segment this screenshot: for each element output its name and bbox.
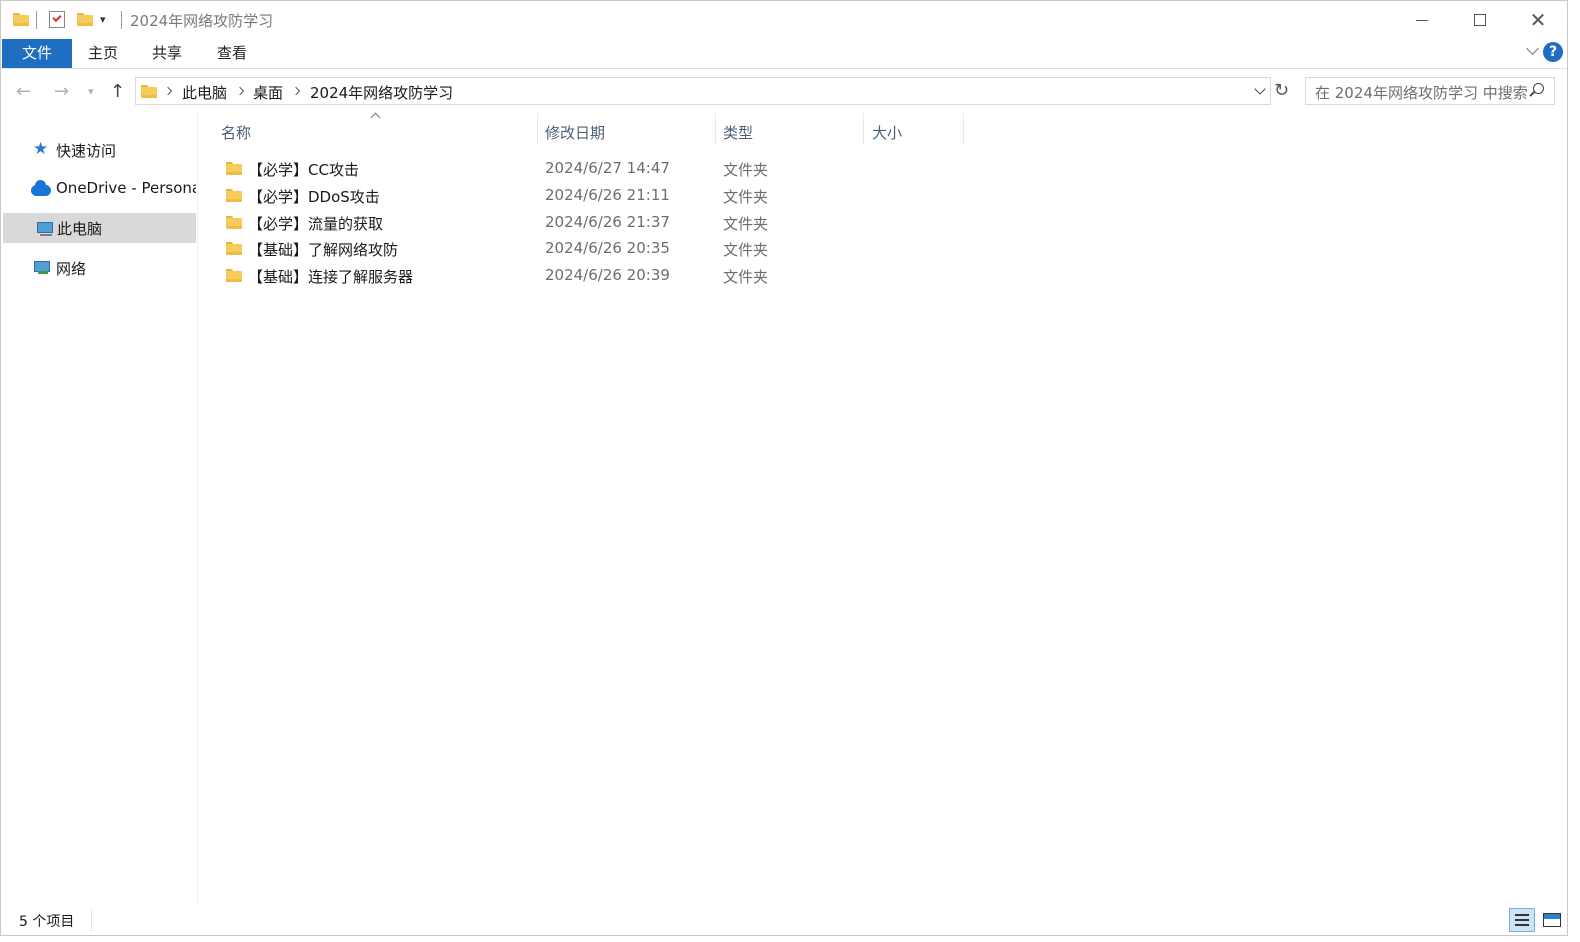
up-arrow-icon[interactable]: ↑ (110, 81, 125, 102)
table-row[interactable]: 【必学】DDoS攻击 2024/6/26 21:11 文件夹 (216, 182, 786, 209)
expand-ribbon-chevron-icon[interactable] (1526, 42, 1539, 55)
sidebar-item-network[interactable]: 网络 (3, 253, 196, 283)
sidebar-item-label: 网络 (56, 260, 87, 278)
tab-view[interactable]: 查看 (201, 39, 263, 68)
column-divider[interactable] (863, 113, 864, 145)
file-date: 2024/6/26 20:39 (545, 266, 670, 284)
star-icon: ★ (33, 139, 49, 159)
file-date: 2024/6/26 21:11 (545, 186, 670, 204)
item-count: 5 个项目 (19, 914, 75, 930)
sort-ascending-icon (370, 112, 381, 123)
network-icon (33, 261, 51, 275)
file-date: 2024/6/26 21:37 (545, 213, 670, 231)
folder-icon (13, 12, 29, 26)
column-divider[interactable] (715, 113, 716, 145)
tab-home[interactable]: 主页 (73, 39, 133, 68)
address-bar[interactable]: 此电脑 桌面 2024年网络攻防学习 (135, 77, 1271, 105)
breadcrumb-current-folder[interactable]: 2024年网络攻防学习 (310, 82, 453, 103)
new-folder-icon[interactable] (77, 12, 93, 26)
window-title: 2024年网络攻防学习 (130, 12, 274, 30)
table-row[interactable]: 【基础】连接了解服务器 2024/6/26 20:39 文件夹 (216, 262, 786, 289)
column-divider[interactable] (537, 113, 538, 145)
folder-icon (226, 241, 242, 255)
folder-icon (226, 215, 242, 229)
title-bar: ▾ 2024年网络攻防学习 ✕ (1, 1, 1567, 39)
sidebar-item-label: OneDrive - Persona (56, 179, 196, 197)
file-type: 文件夹 (723, 161, 769, 179)
recent-locations-chevron-icon[interactable]: ▾ (88, 85, 94, 98)
maximize-icon (1474, 14, 1486, 26)
folder-icon (226, 161, 242, 175)
address-dropdown-icon[interactable] (1254, 83, 1266, 95)
properties-checkmark-icon[interactable] (49, 11, 65, 28)
file-date: 2024/6/26 20:35 (545, 239, 670, 257)
minimize-button[interactable] (1393, 1, 1451, 39)
file-type: 文件夹 (723, 188, 769, 206)
file-type: 文件夹 (723, 215, 769, 233)
file-date: 2024/6/27 14:47 (545, 159, 670, 177)
close-button[interactable]: ✕ (1509, 1, 1567, 39)
file-name: 【必学】CC攻击 (248, 161, 359, 179)
chevron-right-icon[interactable] (235, 86, 245, 96)
folder-icon (226, 268, 242, 282)
customize-dropdown-icon[interactable]: ▾ (100, 13, 106, 26)
breadcrumb-desktop[interactable]: 桌面 (253, 82, 283, 103)
tab-share[interactable]: 共享 (137, 39, 197, 68)
column-header-date[interactable]: 修改日期 (545, 122, 605, 143)
column-divider[interactable] (963, 113, 964, 145)
column-header-type[interactable]: 类型 (723, 122, 753, 143)
table-row[interactable]: 【必学】CC攻击 2024/6/27 14:47 文件夹 (216, 155, 786, 182)
table-row[interactable]: 【必学】流量的获取 2024/6/26 21:37 文件夹 (216, 209, 786, 236)
file-name: 【必学】流量的获取 (248, 215, 384, 233)
cloud-icon (31, 180, 51, 196)
tab-file[interactable]: 文件 (2, 39, 72, 68)
navigation-pane: ★ 快速访问 OneDrive - Persona 此电脑 网络 (1, 113, 198, 903)
file-name: 【基础】连接了解服务器 (248, 268, 414, 286)
column-header-name[interactable]: 名称 (221, 122, 251, 143)
forward-arrow-icon[interactable]: → (54, 81, 69, 102)
computer-icon (37, 222, 53, 236)
divider (91, 908, 92, 932)
sidebar-item-label: 快速访问 (56, 142, 117, 160)
file-name: 【必学】DDoS攻击 (248, 188, 380, 206)
minimize-icon (1416, 19, 1428, 21)
sidebar-item-this-pc[interactable]: 此电脑 (3, 213, 196, 243)
chevron-right-icon[interactable] (291, 86, 301, 96)
refresh-icon[interactable]: ↻ (1274, 80, 1289, 101)
file-type: 文件夹 (723, 268, 769, 286)
table-row[interactable]: 【基础】了解网络攻防 2024/6/26 20:35 文件夹 (216, 235, 786, 262)
sidebar-item-label: 此电脑 (57, 220, 103, 238)
breadcrumb-this-pc[interactable]: 此电脑 (182, 82, 227, 103)
divider (121, 11, 122, 29)
search-placeholder: 在 2024年网络攻防学习 中搜索 (1315, 84, 1528, 102)
ribbon: 文件 主页 共享 查看 ? (1, 39, 1567, 69)
folder-icon (141, 84, 157, 98)
column-header-size[interactable]: 大小 (872, 122, 902, 143)
sidebar-item-onedrive[interactable]: OneDrive - Persona (3, 174, 196, 204)
close-icon: ✕ (1529, 8, 1547, 32)
large-icons-view-icon[interactable] (1539, 908, 1565, 932)
maximize-button[interactable] (1451, 1, 1509, 39)
divider (36, 11, 37, 29)
back-arrow-icon[interactable]: ← (16, 81, 31, 102)
file-type: 文件夹 (723, 241, 769, 259)
search-icon[interactable] (1533, 83, 1544, 94)
sidebar-item-quick-access[interactable]: ★ 快速访问 (3, 135, 196, 165)
explorer-window: ▾ 2024年网络攻防学习 ✕ 文件 主页 共享 查看 ? ← → ▾ ↑ 此电… (0, 0, 1568, 936)
folder-icon (226, 188, 242, 202)
help-icon[interactable]: ? (1543, 42, 1563, 62)
details-view-icon[interactable] (1509, 908, 1535, 932)
chevron-right-icon[interactable] (163, 86, 173, 96)
file-name: 【基础】了解网络攻防 (248, 241, 399, 259)
search-box[interactable]: 在 2024年网络攻防学习 中搜索 (1305, 77, 1555, 105)
